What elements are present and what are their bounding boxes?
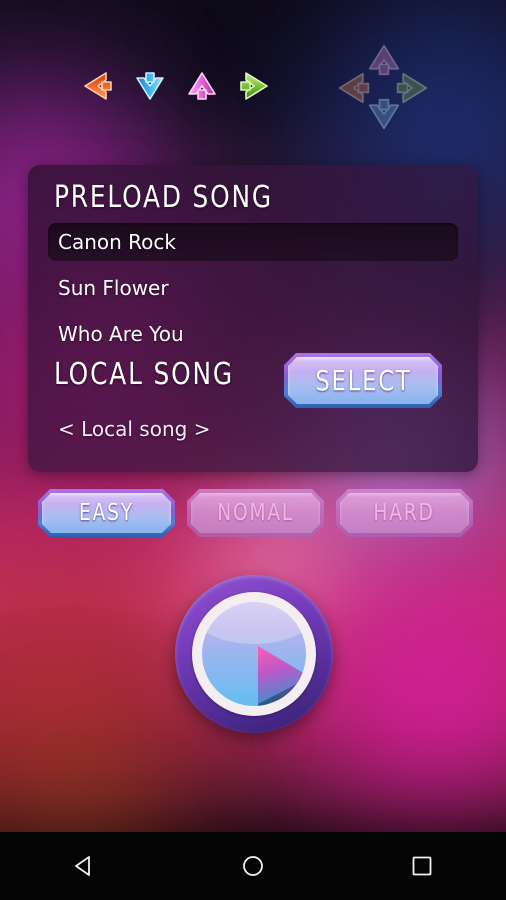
arrow-right-icon <box>234 66 274 106</box>
difficulty-nomal-label: NOMAL <box>217 500 294 526</box>
game-screen: PRELOAD SONG Canon Rock Sun Flower Who A… <box>0 0 506 900</box>
arrow-down-icon <box>130 66 170 106</box>
back-triangle-icon[interactable] <box>49 842 119 890</box>
list-item[interactable]: Sun Flower <box>48 269 458 307</box>
preload-song-heading: PRELOAD SONG <box>54 180 274 215</box>
recents-square-icon[interactable] <box>387 842 457 890</box>
play-button[interactable] <box>175 575 333 733</box>
song-selection-panel: PRELOAD SONG Canon Rock Sun Flower Who A… <box>28 165 478 472</box>
play-button-ring <box>192 592 316 716</box>
difficulty-easy-button[interactable]: EASY <box>38 489 175 537</box>
select-button-label: SELECT <box>314 364 412 397</box>
home-circle-icon[interactable] <box>218 842 288 890</box>
difficulty-easy-label: EASY <box>79 500 134 526</box>
difficulty-nomal-button[interactable]: NOMAL <box>187 489 324 537</box>
play-button-face <box>202 602 306 706</box>
select-button[interactable]: SELECT <box>284 353 442 408</box>
local-song-selector[interactable]: < Local song > <box>58 417 210 441</box>
list-item[interactable]: Who Are You <box>48 315 458 353</box>
android-nav-bar <box>0 832 506 900</box>
arrow-left-icon <box>78 66 118 106</box>
arrow-down-icon <box>362 92 406 136</box>
arrow-up-icon <box>182 66 222 106</box>
arrow-dpad-cluster <box>332 38 436 136</box>
local-song-heading: LOCAL SONG <box>54 357 234 392</box>
difficulty-hard-label: HARD <box>373 500 436 526</box>
play-triangle-icon <box>258 646 306 706</box>
arrow-demo-strip <box>78 66 274 106</box>
difficulty-hard-button[interactable]: HARD <box>336 489 473 537</box>
list-item[interactable]: Canon Rock <box>48 223 458 261</box>
